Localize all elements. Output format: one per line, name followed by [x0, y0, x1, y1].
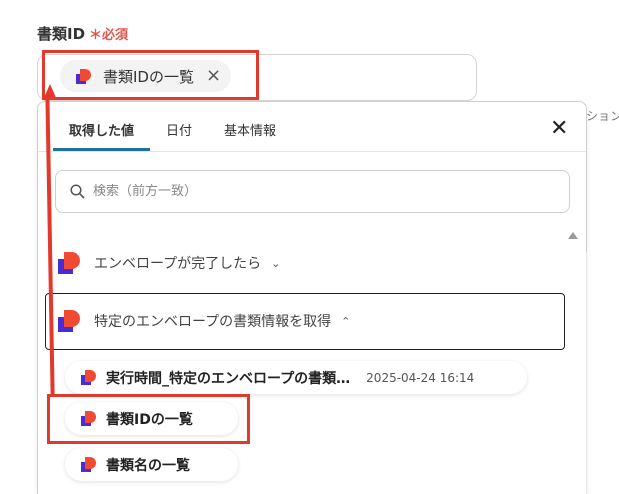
required-mark: ＊必須: [89, 28, 129, 43]
search-input[interactable]: [93, 184, 493, 199]
chevron-up-icon: ⌃: [341, 314, 351, 328]
value-item-label: 書類名の一覧: [106, 457, 190, 474]
scroll-up-icon[interactable]: [568, 232, 578, 239]
side-text: ション: [586, 109, 619, 123]
tab-retrieved-values[interactable]: 取得した値: [53, 102, 151, 151]
docusign-logo-icon: [81, 457, 96, 472]
value-item-document-names[interactable]: 書類名の一覧: [65, 448, 238, 481]
tab-divider: [38, 151, 586, 152]
docusign-logo-icon: [81, 370, 96, 385]
scrollbar-track[interactable]: [586, 252, 587, 494]
close-icon[interactable]: ✕: [550, 116, 568, 141]
tab-date[interactable]: 日付: [150, 102, 208, 151]
group-envelope-completed[interactable]: エンベロープが完了したら ⌄: [58, 252, 280, 274]
group-label: エンベロープが完了したら: [94, 256, 262, 272]
value-item-timestamp: 2025-04-24 16:14: [366, 370, 475, 385]
group-label: 特定のエンベロープの書類情報を取得: [94, 314, 332, 330]
docusign-logo-icon: [58, 252, 80, 274]
search-box[interactable]: [55, 170, 570, 213]
field-label: 書類ID ＊必須: [37, 23, 128, 44]
highlight-box-token: [42, 50, 259, 100]
docusign-logo-icon: [58, 310, 80, 332]
search-icon: [70, 184, 85, 199]
chevron-down-icon: ⌄: [271, 256, 281, 270]
value-item-label: 実行時間_特定のエンベロープの書類…: [106, 370, 351, 387]
field-label-text: 書類ID: [37, 25, 86, 43]
value-item-execution-time[interactable]: 実行時間_特定のエンベロープの書類… 2025-04-24 16:14: [65, 361, 527, 394]
highlight-box-item: [47, 394, 250, 444]
picker-tabs: 取得した値 日付 基本情報: [53, 102, 292, 151]
arrow-up-icon: [43, 84, 57, 100]
tab-basic-info[interactable]: 基本情報: [208, 102, 292, 151]
group-get-document-info[interactable]: 特定のエンベロープの書類情報を取得 ⌃: [58, 310, 350, 332]
